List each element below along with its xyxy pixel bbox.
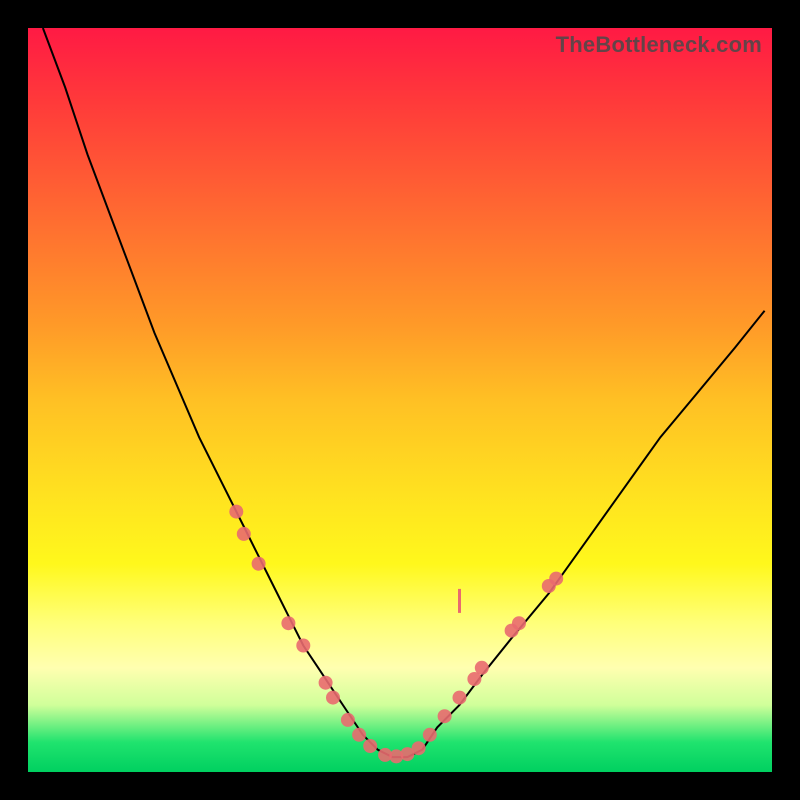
highlight-dot [252, 557, 266, 571]
highlight-dot [453, 691, 467, 705]
chart-frame: TheBottleneck.com [0, 0, 800, 800]
plot-area: TheBottleneck.com [28, 28, 772, 772]
marker-layer [229, 505, 563, 764]
highlight-dot [341, 713, 355, 727]
highlight-dot [319, 676, 333, 690]
chart-overlay [28, 28, 772, 772]
highlight-dot [412, 741, 426, 755]
highlight-dot [512, 616, 526, 630]
highlight-dot [237, 527, 251, 541]
bottleneck-curve [43, 28, 765, 757]
highlight-dot [549, 572, 563, 586]
highlight-dot [363, 739, 377, 753]
highlight-dot [438, 709, 452, 723]
highlight-dot [296, 639, 310, 653]
curve-layer [43, 28, 765, 757]
highlight-dot [423, 728, 437, 742]
highlight-dot [475, 661, 489, 675]
highlight-dot [326, 691, 340, 705]
highlight-dot [281, 616, 295, 630]
highlight-dot [229, 505, 243, 519]
highlight-dot [352, 728, 366, 742]
